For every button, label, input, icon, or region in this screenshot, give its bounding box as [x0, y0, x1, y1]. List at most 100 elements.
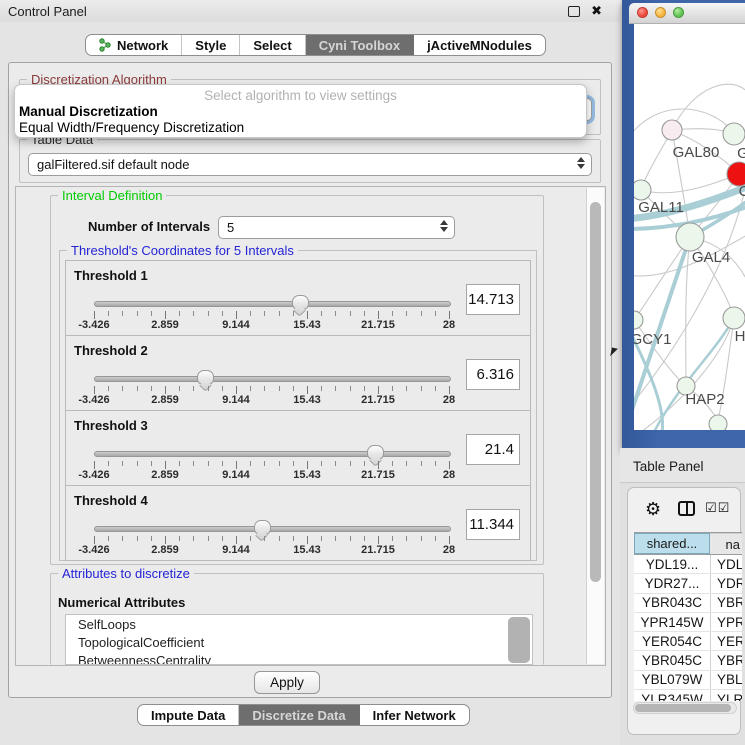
tab-jactivemnodules[interactable]: jActiveMNodules: [414, 35, 545, 55]
list-item[interactable]: TopologicalCoefficient: [66, 633, 532, 651]
table-row[interactable]: YDL19...YDL1: [634, 555, 742, 574]
slider-tick: [122, 536, 123, 541]
slider-tick: [222, 311, 223, 316]
threshold-value-field[interactable]: 21.4: [466, 434, 520, 465]
apply-button[interactable]: Apply: [254, 671, 320, 694]
slider-tick: [264, 536, 265, 541]
slider-tick: [151, 461, 152, 466]
slider-thumb[interactable]: [292, 295, 309, 310]
cell-shared-name[interactable]: YBL079W: [634, 671, 711, 689]
network-canvas[interactable]: GAL80 G C GAL11 GAL4 GCY1 H HAP2: [634, 24, 745, 430]
table-row[interactable]: YPR145WYPR1: [634, 613, 742, 632]
slider-tick: [350, 311, 351, 316]
slider-tick: [406, 386, 407, 391]
slider-tick: [179, 536, 180, 541]
list-scrollbar[interactable]: [508, 617, 530, 663]
threshold-value-field[interactable]: 6.316: [466, 359, 520, 390]
threshold-slider[interactable]: [94, 301, 451, 307]
cell-shared-name[interactable]: YBR045C: [634, 651, 711, 669]
horizontal-scrollbar[interactable]: [633, 702, 737, 714]
tab-infer-network[interactable]: Infer Network: [360, 705, 469, 725]
cell-shared-name[interactable]: YDR27...: [634, 574, 711, 592]
table-row[interactable]: YER054CYER0: [634, 632, 742, 651]
cell-name[interactable]: YBL0: [711, 671, 742, 689]
table-row[interactable]: YBR043CYBR0: [634, 594, 742, 613]
column-header-shared[interactable]: shared...: [634, 533, 710, 554]
numerical-attributes-list[interactable]: SelfLoops TopologicalCoefficient Between…: [65, 614, 533, 665]
cell-shared-name[interactable]: YPR145W: [634, 613, 711, 631]
tick-label: -3.426: [78, 544, 109, 556]
dropdown-item-manual[interactable]: Manual Discretization: [19, 104, 158, 119]
threshold-value-field[interactable]: 11.344: [466, 509, 520, 540]
table-row[interactable]: YDR27...YDR2: [634, 574, 742, 593]
threshold-slider[interactable]: [94, 526, 451, 532]
cell-name[interactable]: YPR1: [711, 613, 742, 631]
float-window-icon[interactable]: [568, 6, 580, 17]
tick-label: 21.715: [361, 319, 395, 331]
tab-impute-data[interactable]: Impute Data: [138, 705, 239, 725]
zoom-traffic-light[interactable]: [673, 7, 684, 18]
tick-label: 9.144: [222, 394, 250, 406]
slider-thumb[interactable]: [197, 370, 214, 385]
slider-tick: [250, 386, 251, 391]
table-data-combobox[interactable]: galFiltered.sif default node: [28, 153, 592, 176]
number-of-intervals-combobox[interactable]: 5: [218, 216, 455, 239]
close-traffic-light[interactable]: [637, 7, 648, 18]
cell-name[interactable]: YDL1: [711, 555, 742, 573]
cell-name[interactable]: YER0: [711, 632, 742, 650]
table-row[interactable]: YBL079WYBL0: [634, 671, 742, 690]
slider-tick: [108, 311, 109, 316]
tab-style[interactable]: Style: [182, 35, 240, 55]
cell-name[interactable]: YBR0: [711, 594, 742, 612]
select-checkboxes-icon[interactable]: ☑☑: [705, 500, 730, 516]
combo-stepper-icon: [575, 157, 587, 169]
slider-tick: [364, 311, 365, 316]
cell-shared-name[interactable]: YER054C: [634, 632, 711, 650]
slider-tick: [250, 536, 251, 541]
slider-tick: [193, 386, 194, 391]
network-graph: GAL80 G C GAL11 GAL4 GCY1 H HAP2: [634, 24, 745, 430]
table-row[interactable]: YLR345WYLR3: [634, 690, 742, 701]
tab-cyni-toolbox[interactable]: Cyni Toolbox: [306, 35, 414, 55]
slider-tick: [307, 386, 308, 394]
scrollbar-thumb[interactable]: [590, 202, 601, 582]
screenshot-root: Control Panel ✖ Network Style Select Cyn…: [0, 0, 745, 745]
dropdown-item-equal-width[interactable]: Equal Width/Frequency Discretization: [19, 120, 244, 135]
vertical-scrollbar[interactable]: [586, 188, 604, 664]
slider-tick: [293, 386, 294, 391]
scrollbar-thumb[interactable]: [635, 704, 731, 712]
cell-shared-name[interactable]: YBR043C: [634, 594, 711, 612]
close-icon[interactable]: ✖: [591, 3, 602, 19]
threshold-value-field[interactable]: 14.713: [466, 284, 520, 315]
slider-tick: [435, 536, 436, 541]
list-item[interactable]: BetweennessCentrality: [66, 651, 532, 665]
tab-select[interactable]: Select: [240, 35, 305, 55]
svg-text:G: G: [737, 145, 745, 162]
slider-tick: [165, 536, 166, 544]
slider-tick: [264, 311, 265, 316]
cell-shared-name[interactable]: YDL19...: [634, 555, 711, 573]
gear-icon[interactable]: ⚙: [645, 499, 661, 520]
slider-thumb[interactable]: [254, 520, 271, 535]
tab-discretize-data[interactable]: Discretize Data: [239, 705, 359, 725]
minimize-traffic-light[interactable]: [655, 7, 666, 18]
cell-name[interactable]: YBR0: [711, 651, 742, 669]
slider-tick: [279, 311, 280, 316]
threshold-slider[interactable]: [94, 376, 451, 382]
slider-thumb[interactable]: [367, 445, 384, 460]
cell-name[interactable]: YDR2: [711, 574, 742, 592]
column-header-name[interactable]: na: [710, 533, 742, 554]
node-table[interactable]: shared... na YDL19...YDL1YDR27...YDR2YBR…: [634, 532, 742, 701]
tab-network[interactable]: Network: [86, 35, 182, 55]
list-item[interactable]: SelfLoops: [66, 615, 532, 633]
node-gal4: [676, 223, 704, 251]
top-tab-bar: Network Style Select Cyni Toolbox jActiv…: [85, 34, 546, 56]
tick-label: 2.859: [151, 544, 179, 556]
columns-icon[interactable]: [678, 501, 695, 516]
table-row[interactable]: YBR045CYBR0: [634, 651, 742, 670]
dropdown-placeholder-item[interactable]: Select algorithm to view settings: [15, 88, 586, 103]
cell-shared-name[interactable]: YLR345W: [634, 690, 711, 701]
threshold-slider[interactable]: [94, 451, 451, 457]
cell-name[interactable]: YLR3: [711, 690, 742, 701]
slider-tick: [449, 311, 450, 319]
